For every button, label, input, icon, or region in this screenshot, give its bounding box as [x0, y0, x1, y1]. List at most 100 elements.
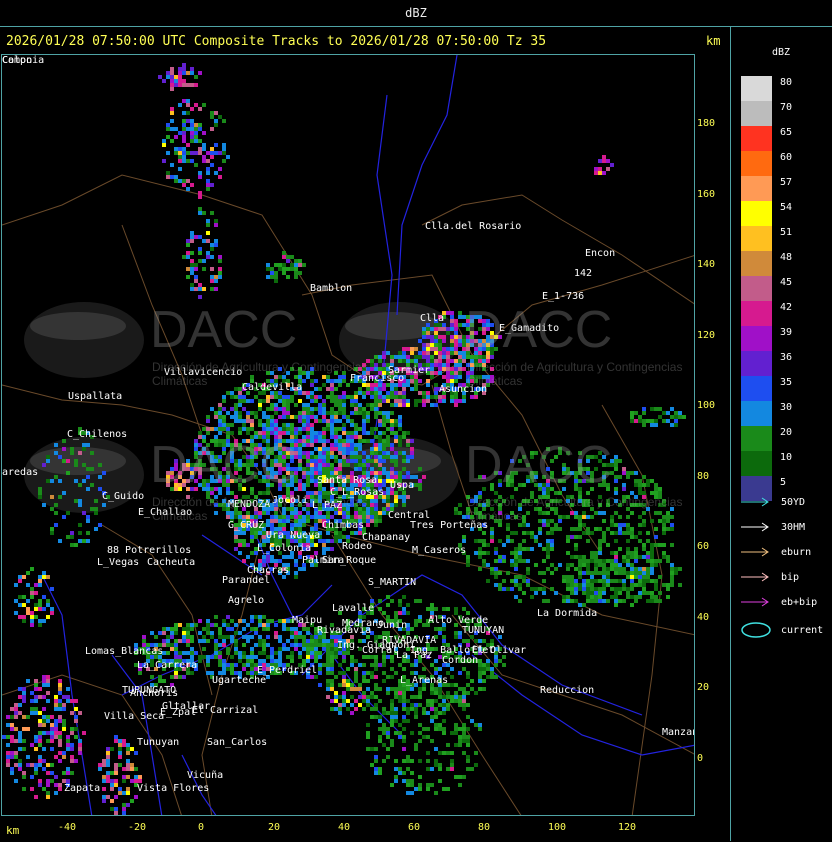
dacc-watermark-subtitle: Dirección de Agricultura y Contingencias… — [467, 495, 683, 523]
place-label: Cordon — [442, 655, 479, 666]
scale-swatch — [741, 176, 772, 201]
x-tick-label: 80 — [478, 822, 491, 833]
y-tick-label: 100 — [697, 400, 716, 411]
place-label: Colonia — [2, 55, 45, 66]
x-tick-label: 60 — [408, 822, 421, 833]
scale-label: 36 — [780, 352, 793, 363]
y-tick-label: 140 — [697, 259, 716, 270]
place-label: S_MARTIN — [368, 577, 417, 588]
scale-swatch — [741, 126, 772, 151]
place-label: Manzano — [662, 727, 694, 738]
track-legend-label: 30HM — [781, 522, 806, 533]
track-arrow-icon — [741, 522, 769, 532]
place-label: Ura Nueva — [266, 530, 321, 541]
place-label: San_Roque — [322, 555, 377, 566]
scale-swatch — [741, 301, 772, 326]
current-ellipse-icon — [741, 622, 771, 638]
track-legend-label: eb+bip — [781, 597, 818, 608]
x-tick-label: 120 — [618, 822, 637, 833]
scale-label: 48 — [780, 252, 793, 263]
place-label: Santa Rosa — [317, 475, 378, 486]
km-unit-label: km — [706, 34, 721, 48]
place-label: Ugarteche — [212, 675, 267, 686]
scale-swatch — [741, 376, 772, 401]
scale-label: 70 — [780, 102, 793, 113]
dacc-watermark-subtitle: Dirección de Agricultura y Contingencias… — [152, 360, 368, 388]
current-legend-item: current — [741, 622, 823, 638]
track-arrow-icon — [741, 497, 769, 507]
place-label: Vicuña — [187, 770, 224, 781]
y-tick-label: 80 — [697, 470, 710, 482]
place-label: Bamblon — [310, 283, 353, 294]
radar-map[interactable]: Clla.del Rosario Encon 142 E_1-736 Bamblon Cl… — [1, 54, 695, 816]
y-tick-label: 180 — [697, 118, 716, 129]
scale-swatch — [741, 451, 772, 476]
place-label: 88 Potrerillos — [107, 545, 192, 556]
place-label: E_Perdriel — [257, 665, 318, 676]
place-label: L_Arenas — [400, 675, 449, 686]
place-label: Zapata — [64, 783, 101, 794]
scale-swatch — [741, 401, 772, 426]
place-label: Medrano — [342, 618, 385, 629]
track-legend-item: eburn — [741, 547, 811, 558]
scale-label: 42 — [780, 302, 793, 313]
place-label: E_Zpal — [160, 707, 197, 718]
place-label: TUNUYAN — [462, 625, 505, 636]
x-tick-label: -40 — [58, 822, 77, 833]
place-label: Rodeo — [342, 541, 373, 552]
place-label: Agrelo — [228, 595, 265, 606]
track-arrow-icon — [741, 547, 769, 557]
scale-swatch — [741, 426, 772, 451]
dacc-watermark-text: DACC — [150, 436, 298, 494]
track-legend-item: eb+bip — [741, 597, 817, 608]
track-legend-item: 30HM — [741, 522, 805, 533]
y-tick-label: 40 — [697, 611, 710, 623]
dacc-watermark-subtitle: Dirección de Agricultura y Contingencias… — [467, 360, 683, 388]
scale-label: 57 — [780, 177, 793, 188]
scale-swatch — [741, 226, 772, 251]
track-arrow-icon — [741, 572, 769, 582]
track-legend-label: 50YD — [781, 497, 806, 508]
y-tick-label: 120 — [697, 329, 716, 341]
place-label: La Dormida — [537, 608, 598, 619]
composite-status-line: 2026/01/28 07:50:00 UTC Composite Tracks… — [6, 34, 547, 49]
dacc-watermark-text: DACC — [465, 301, 613, 359]
place-label: Uspa — [390, 480, 415, 491]
place-label: Encon — [585, 248, 616, 259]
dacc-watermark-text: DACC — [465, 436, 613, 494]
place-label: Lomas_Blancas — [85, 646, 164, 657]
place-label: Vista Flores — [137, 783, 210, 794]
place-label: Uspallata — [68, 391, 123, 402]
scale-label: 45 — [780, 277, 793, 288]
place-label: Clla — [420, 313, 445, 324]
scale-swatch — [741, 326, 772, 351]
y-tick-label: 60 — [697, 541, 710, 552]
place-label: M_Caseros — [412, 545, 467, 556]
river-line — [471, 654, 694, 756]
track-legend-item: 50YD — [741, 497, 805, 508]
y-tick-label: 0 — [697, 752, 704, 764]
window-title: dBZ — [405, 6, 427, 20]
dacc-watermark-text: DACC — [150, 301, 298, 359]
x-tick-label: 100 — [548, 822, 567, 833]
place-label: C_Guido — [102, 491, 145, 502]
x-tick-label: 40 — [338, 822, 351, 833]
scale-label: 60 — [780, 152, 793, 163]
scale-label: 39 — [780, 327, 793, 338]
place-label: Cacheuta — [147, 557, 196, 568]
place-label: Villa Seca — [104, 711, 165, 722]
scale-label: 5 — [780, 477, 787, 488]
scale-swatch — [741, 276, 772, 301]
scale-swatch — [741, 351, 772, 376]
x-tick-label: -20 — [128, 822, 147, 833]
track-legend-item: bip — [741, 572, 799, 583]
scale-label: 20 — [780, 427, 793, 438]
x-tick-label: 0 — [198, 822, 205, 833]
y-tick-label: 20 — [697, 682, 710, 693]
current-legend-label: current — [781, 625, 824, 636]
track-legend-label: bip — [781, 572, 800, 583]
place-label: L_Vegas — [97, 557, 140, 568]
scale-swatch — [741, 101, 772, 126]
scale-swatch — [741, 251, 772, 276]
place-label: aredas — [2, 467, 39, 478]
